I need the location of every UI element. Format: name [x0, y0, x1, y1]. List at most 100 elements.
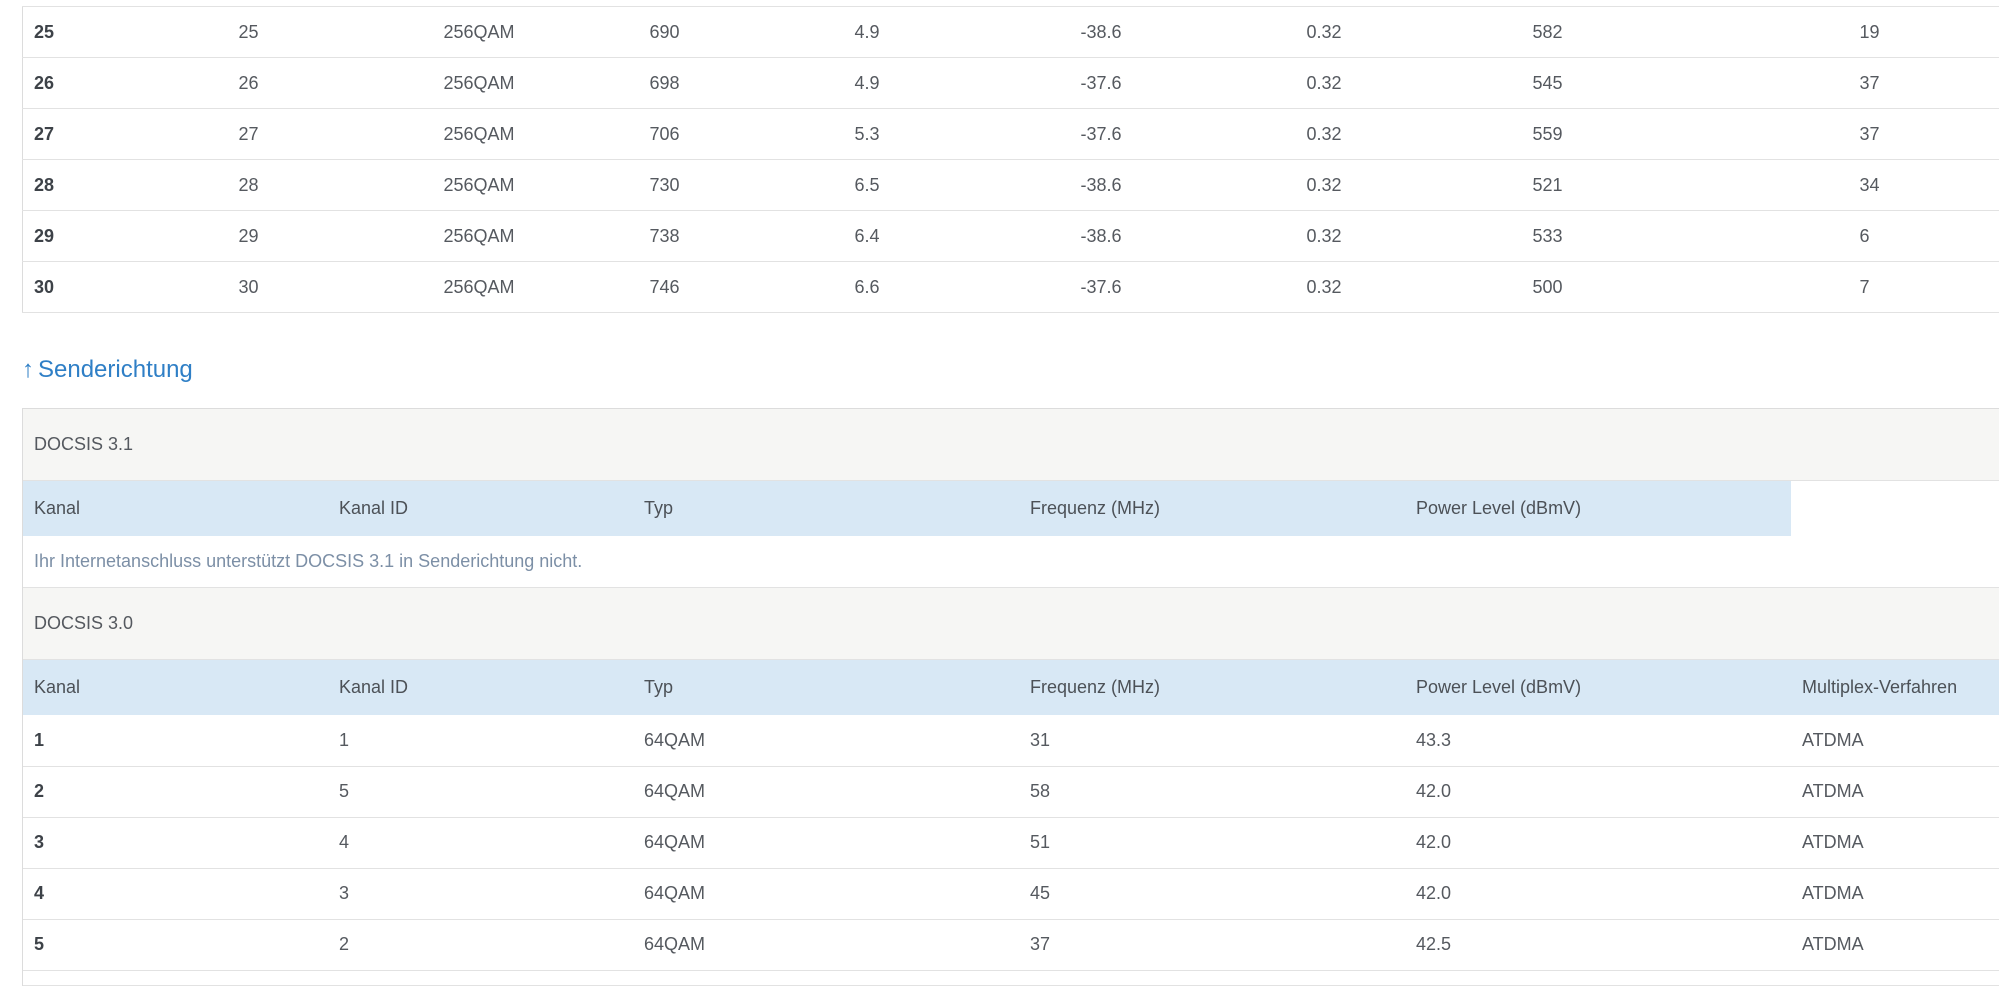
channel-number-cell: 25: [22, 6, 228, 58]
upstream-value-cell: ATDMA: [1791, 715, 1999, 767]
table-row: 3 4 64QAM 51 42.0 ATDMA: [23, 817, 1999, 869]
upstream-value-cell: 37: [1019, 919, 1405, 971]
downstream-value-cell: 28: [227, 159, 433, 211]
column-header: Power Level (dBmV): [1405, 481, 1791, 536]
upstream-value-cell: 5: [328, 766, 633, 818]
downstream-value-cell: 256QAM: [432, 108, 639, 160]
downstream-value-cell: 746: [638, 261, 844, 313]
upstream-value-cell: 51: [1019, 817, 1405, 869]
downstream-value-cell: 27: [227, 108, 433, 160]
downstream-value-cell: 19: [1848, 6, 1999, 58]
downstream-table: 25 25 256QAM 690 4.9 -38.6 0.32 582 19 26 26 256QAM…: [22, 6, 1999, 313]
table-row: 27 27 256QAM 706 5.3 -37.6 0.32 559 37: [22, 108, 1999, 160]
upstream-value-cell: 64QAM: [633, 919, 1019, 971]
downstream-value-cell: 37: [1848, 57, 1999, 109]
column-header: Kanal ID: [328, 660, 633, 715]
downstream-value-cell: 5.3: [843, 108, 1070, 160]
upstream-value-cell: 3: [328, 868, 633, 920]
downstream-value-cell: 25: [227, 6, 433, 58]
upstream-value-cell: ATDMA: [1791, 868, 1999, 920]
channel-number-cell: 26: [22, 57, 228, 109]
downstream-value-cell: 698: [638, 57, 844, 109]
table-row: 4 3 64QAM 45 42.0 ATDMA: [23, 868, 1999, 920]
upstream-value-cell: 1: [328, 715, 633, 767]
upstream-value-cell: 58: [1019, 766, 1405, 818]
downstream-value-cell: 4.9: [843, 6, 1070, 58]
downstream-value-cell: 730: [638, 159, 844, 211]
downstream-value-cell: 0.32: [1295, 6, 1522, 58]
downstream-value-cell: 559: [1521, 108, 1849, 160]
channel-number-cell: 3: [23, 817, 328, 869]
downstream-value-cell: -37.6: [1069, 57, 1296, 109]
downstream-value-cell: 0.32: [1295, 159, 1522, 211]
downstream-value-cell: -37.6: [1069, 261, 1296, 313]
upstream-value-cell: 64QAM: [633, 868, 1019, 920]
docsis31-header-row: Kanal Kanal ID Typ Frequenz (MHz) Power Leve…: [23, 481, 1999, 536]
column-header: Power Level (dBmV): [1405, 660, 1791, 715]
downstream-value-cell: 6.6: [843, 261, 1070, 313]
docsis30-title: DOCSIS 3.0: [23, 588, 1999, 660]
column-header: Kanal: [23, 660, 328, 715]
docsis30-header-row: Kanal Kanal ID Typ Frequenz (MHz) Power Leve…: [23, 660, 1999, 715]
upstream-value-cell: 42.0: [1405, 766, 1791, 818]
docsis31-table: Kanal Kanal ID Typ Frequenz (MHz) Power Leve…: [23, 481, 1999, 536]
column-header: Multiplex-Verfahren: [1791, 660, 1999, 715]
channel-number-cell: 2: [23, 766, 328, 818]
table-row: 1 1 64QAM 31 43.3 ATDMA: [23, 715, 1999, 767]
downstream-value-cell: -37.6: [1069, 108, 1296, 160]
upstream-title-text: Senderichtung: [38, 356, 193, 383]
table-bottom-divider: [23, 971, 1999, 986]
downstream-value-cell: 256QAM: [432, 210, 639, 262]
table-row: 2 5 64QAM 58 42.0 ATDMA: [23, 766, 1999, 818]
downstream-value-cell: 533: [1521, 210, 1849, 262]
downstream-value-cell: 738: [638, 210, 844, 262]
table-row: 26 26 256QAM 698 4.9 -37.6 0.32 545 37: [22, 57, 1999, 109]
downstream-value-cell: 521: [1521, 159, 1849, 211]
upstream-value-cell: 42.0: [1405, 868, 1791, 920]
docsis31-title: DOCSIS 3.1: [23, 409, 1999, 481]
upstream-value-cell: 64QAM: [633, 817, 1019, 869]
column-header: Kanal: [23, 481, 328, 536]
upstream-section-title: ↑ Senderichtung: [22, 355, 193, 385]
column-header: Kanal ID: [328, 481, 633, 536]
channel-number-cell: 4: [23, 868, 328, 920]
upstream-value-cell: 2: [328, 919, 633, 971]
downstream-value-cell: 0.32: [1295, 57, 1522, 109]
downstream-value-cell: 706: [638, 108, 844, 160]
table-row: 30 30 256QAM 746 6.6 -37.6 0.32 500 7: [22, 261, 1999, 313]
upstream-value-cell: 31: [1019, 715, 1405, 767]
column-header: Typ: [633, 481, 1019, 536]
downstream-value-cell: 582: [1521, 6, 1849, 58]
arrow-up-icon: ↑: [22, 356, 34, 383]
upstream-value-cell: 42.0: [1405, 817, 1791, 869]
channel-number-cell: 27: [22, 108, 228, 160]
column-header: Typ: [633, 660, 1019, 715]
column-header: Frequenz (MHz): [1019, 481, 1405, 536]
table-row: 28 28 256QAM 730 6.5 -38.6 0.32 521 34: [22, 159, 1999, 211]
downstream-value-cell: 256QAM: [432, 159, 639, 211]
downstream-value-cell: 26: [227, 57, 433, 109]
downstream-value-cell: 256QAM: [432, 261, 639, 313]
downstream-value-cell: 29: [227, 210, 433, 262]
downstream-value-cell: 37: [1848, 108, 1999, 160]
channel-number-cell: 29: [22, 210, 228, 262]
upstream-value-cell: 64QAM: [633, 766, 1019, 818]
downstream-value-cell: 6.5: [843, 159, 1070, 211]
upstream-value-cell: ATDMA: [1791, 766, 1999, 818]
downstream-value-cell: 256QAM: [432, 6, 639, 58]
downstream-value-cell: 6.4: [843, 210, 1070, 262]
upstream-block: DOCSIS 3.1 Kanal Kanal ID Typ Frequenz (MHz…: [22, 408, 1999, 986]
upstream-value-cell: 45: [1019, 868, 1405, 920]
docsis31-notice: Ihr Internetanschluss unterstützt DOCSIS…: [23, 536, 1999, 588]
downstream-value-cell: 0.32: [1295, 261, 1522, 313]
upstream-value-cell: 4: [328, 817, 633, 869]
upstream-value-cell: 64QAM: [633, 715, 1019, 767]
downstream-value-cell: -38.6: [1069, 6, 1296, 58]
docsis30-table-body: 1 1 64QAM 31 43.3 ATDMA 2 5 64QAM 58 42.0 ATDMA 3 4 64…: [23, 715, 1999, 971]
column-header: Frequenz (MHz): [1019, 660, 1405, 715]
channel-number-cell: 1: [23, 715, 328, 767]
downstream-value-cell: 4.9: [843, 57, 1070, 109]
table-row: 29 29 256QAM 738 6.4 -38.6 0.32 533 6: [22, 210, 1999, 262]
downstream-value-cell: 690: [638, 6, 844, 58]
downstream-value-cell: -38.6: [1069, 159, 1296, 211]
